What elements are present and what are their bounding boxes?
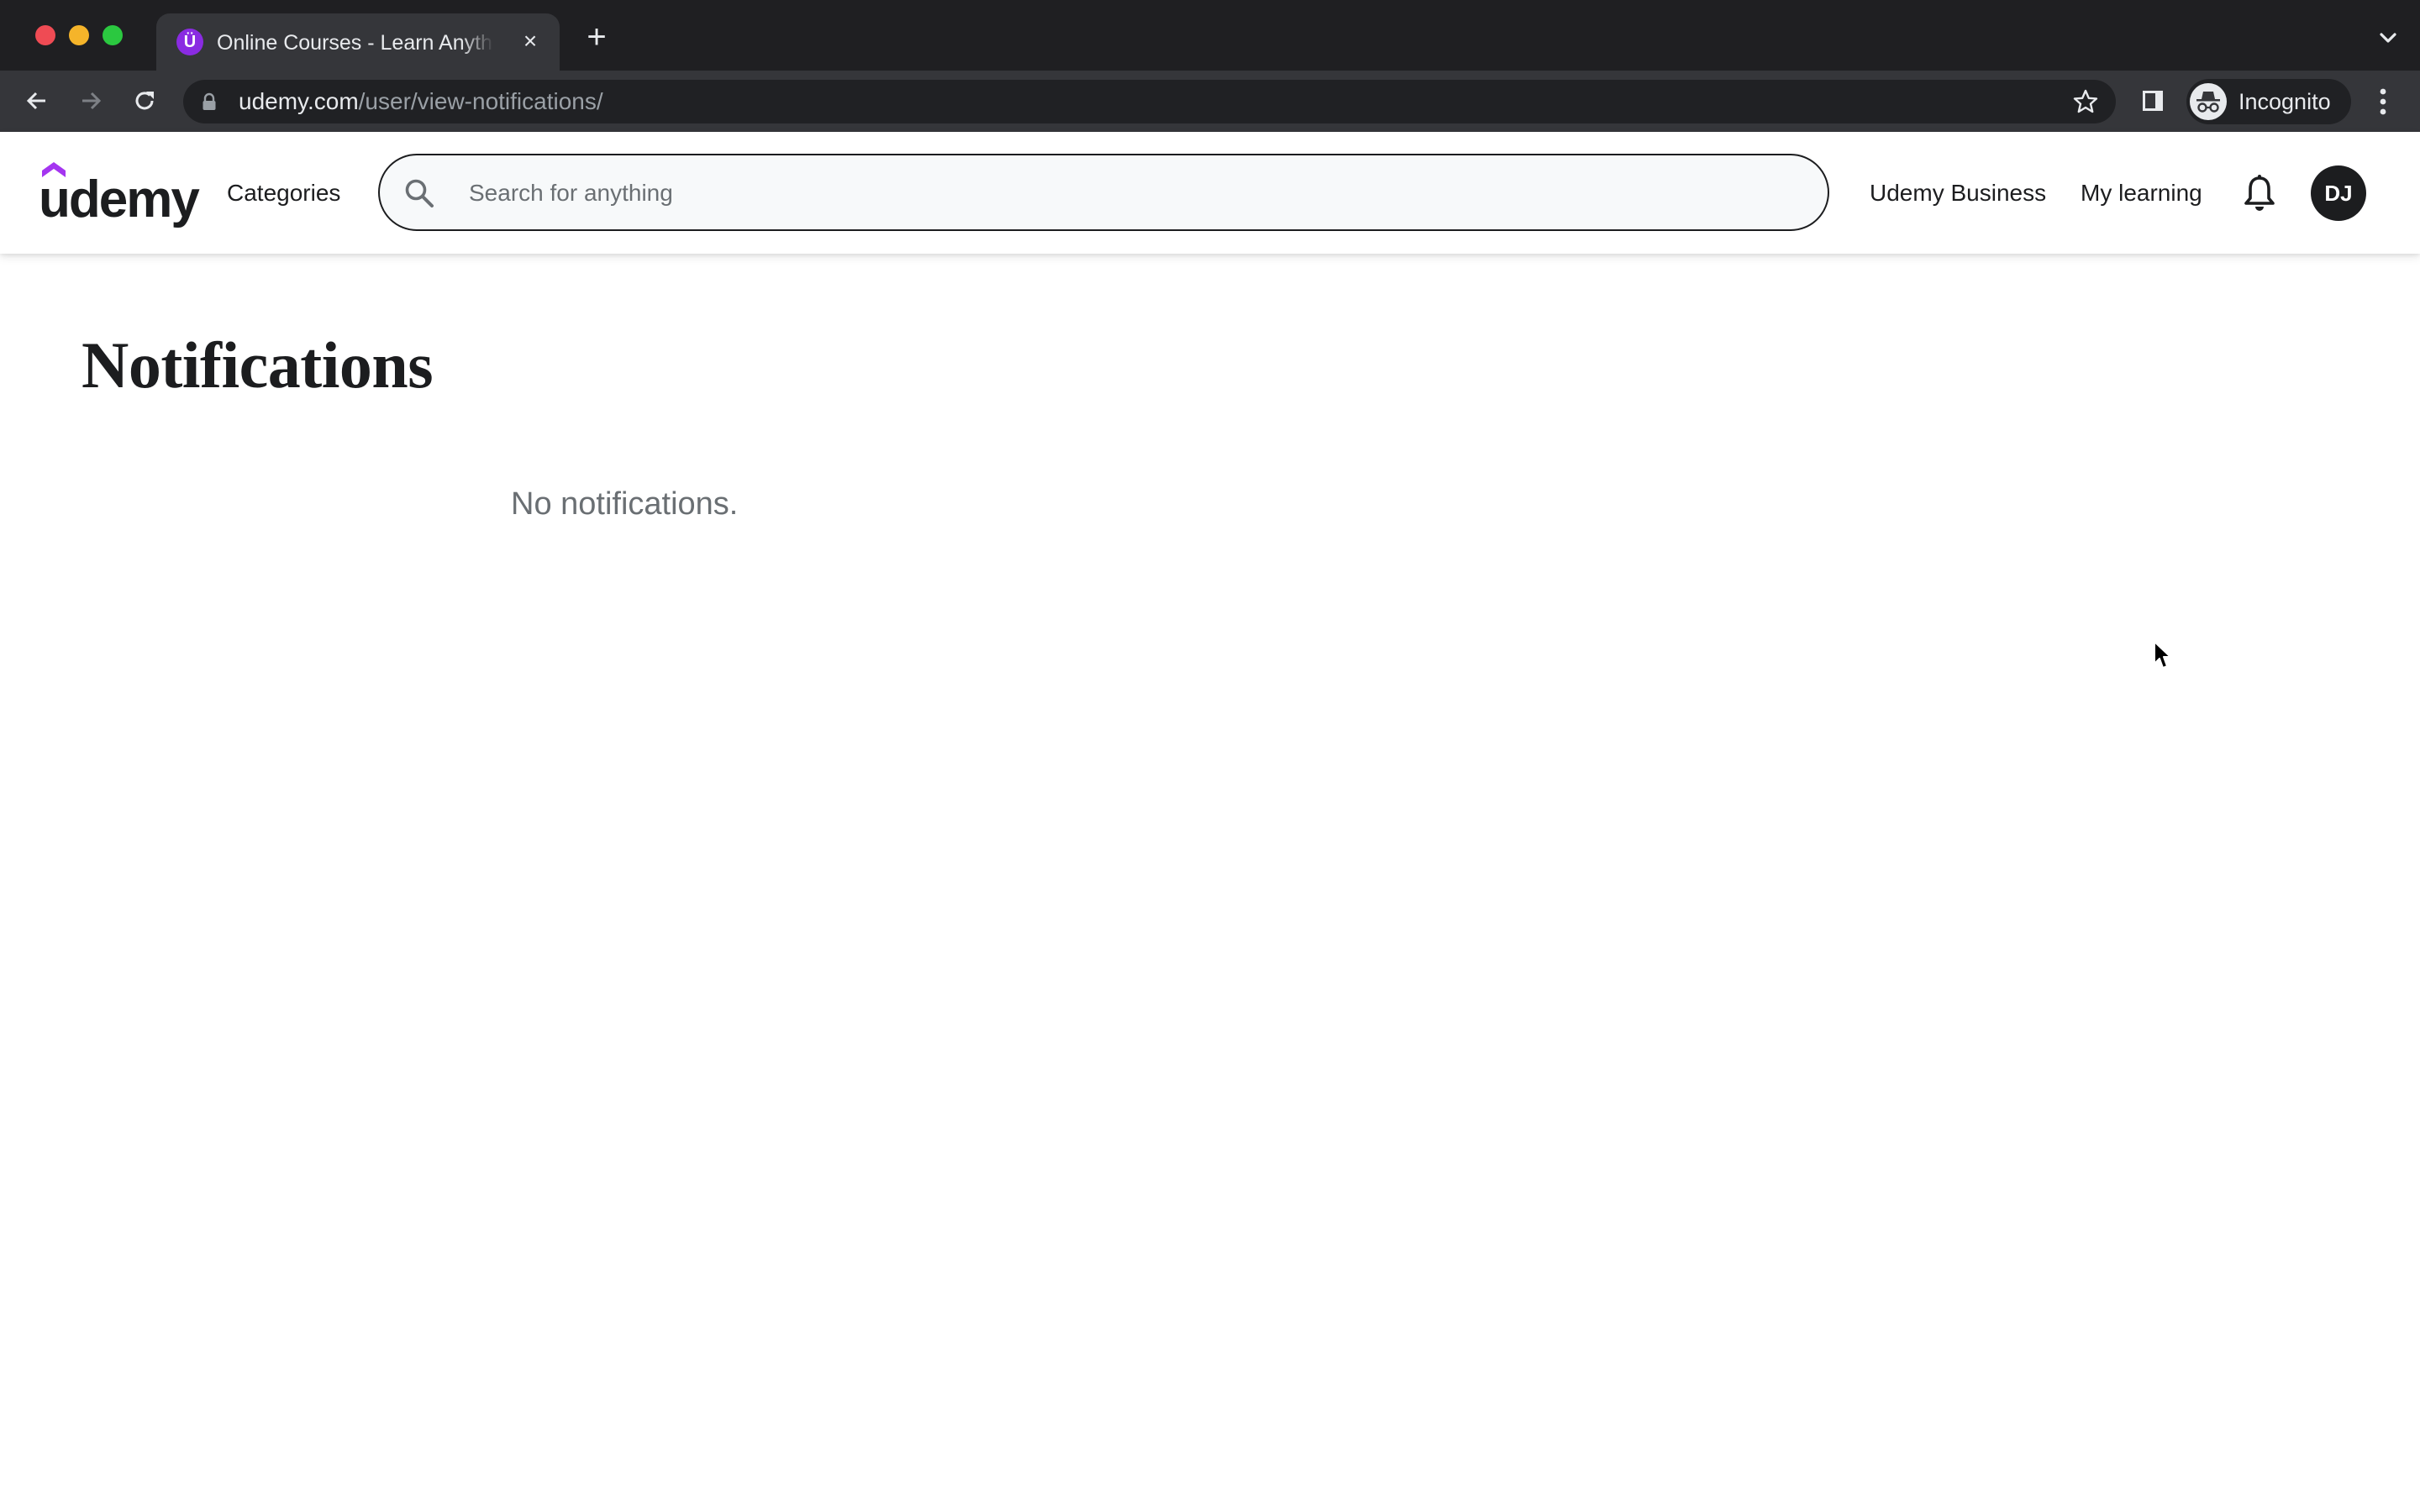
incognito-icon <box>2190 83 2227 120</box>
reload-icon <box>135 92 154 110</box>
empty-state-message: No notifications. <box>511 486 739 522</box>
arrow-right-icon <box>82 92 102 110</box>
bell-icon[interactable] <box>2242 174 2277 213</box>
forward-button[interactable] <box>72 82 109 119</box>
mouse-cursor-icon <box>2154 641 2171 669</box>
site-header: udemy Categories Udemy Business My learn… <box>0 132 2420 254</box>
tab-title: Online Courses - Learn Anything <box>217 31 494 55</box>
lock-icon[interactable] <box>202 92 217 111</box>
kebab-menu-icon[interactable] <box>2371 86 2395 118</box>
back-button[interactable] <box>18 82 55 119</box>
new-tab-button[interactable]: + <box>578 20 615 57</box>
url-text[interactable]: udemy.com/user/view-notifications/ <box>239 80 603 123</box>
udemy-business-link[interactable]: Udemy Business <box>1870 132 2046 254</box>
page-title: Notifications <box>82 328 434 402</box>
browser-tab-bar: Ü Online Courses - Learn Anything × + <box>0 0 2420 71</box>
chevron-down-icon <box>2380 33 2396 43</box>
url-path: /user/view-notifications/ <box>358 88 603 114</box>
window-close-button[interactable] <box>35 25 55 45</box>
close-tab-button[interactable]: × <box>516 27 544 55</box>
url-host: udemy.com <box>239 88 359 114</box>
browser-toolbar: udemy.com/user/view-notifications/ Incog… <box>0 71 2420 132</box>
window-maximize-button[interactable] <box>103 25 123 45</box>
search-bar[interactable] <box>378 154 1829 231</box>
categories-menu[interactable]: Categories <box>227 132 340 254</box>
logo-text: udemy <box>39 171 200 228</box>
incognito-profile-button[interactable]: Incognito <box>2186 79 2351 124</box>
window-minimize-button[interactable] <box>69 25 89 45</box>
address-bar[interactable]: udemy.com/user/view-notifications/ <box>183 80 2116 123</box>
reload-button[interactable] <box>126 82 163 119</box>
incognito-label: Incognito <box>2238 89 2331 114</box>
tab-search-button[interactable] <box>2373 25 2403 50</box>
user-avatar[interactable]: DJ <box>2311 165 2366 221</box>
udemy-favicon-icon: Ü <box>176 29 203 55</box>
side-panel-icon[interactable] <box>2141 89 2165 113</box>
browser-tab-active[interactable]: Ü Online Courses - Learn Anything × <box>156 13 560 71</box>
my-learning-link[interactable]: My learning <box>2081 132 2202 254</box>
udemy-logo[interactable]: udemy <box>39 162 200 229</box>
star-icon[interactable] <box>2072 88 2099 115</box>
arrow-left-icon <box>26 92 45 110</box>
search-input[interactable] <box>467 155 1798 231</box>
search-icon[interactable] <box>403 177 435 209</box>
